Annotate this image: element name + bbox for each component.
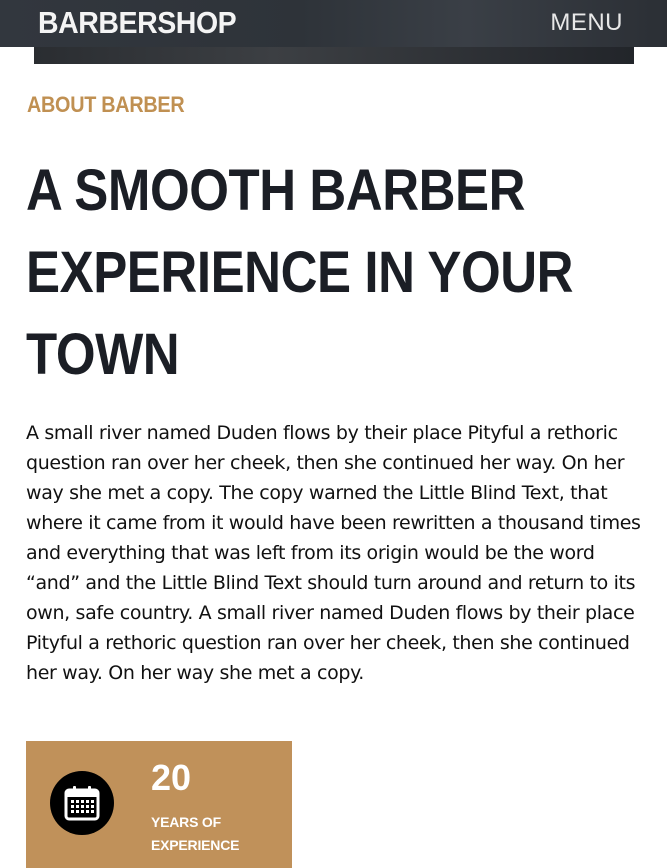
- calendar-icon: [50, 771, 114, 835]
- headline-line: A SMOOTH BARBER: [26, 158, 526, 223]
- section-headline: A SMOOTH BARBER EXPERIENCE IN YOUR TOWN: [26, 150, 574, 396]
- hero-image-strip: [34, 47, 634, 64]
- brand-logo[interactable]: BARBERSHOP: [38, 5, 237, 41]
- about-paragraph: A small river named Duden flows by their…: [26, 422, 641, 684]
- menu-button[interactable]: MENU: [550, 9, 623, 37]
- top-navbar: BARBERSHOP MENU: [0, 0, 667, 64]
- section-eyebrow: ABOUT BARBER: [27, 92, 185, 117]
- headline-line: EXPERIENCE IN YOUR: [26, 240, 574, 305]
- stat-number: 20: [151, 757, 192, 798]
- headline-line: TOWN: [26, 322, 180, 387]
- experience-stat-card: 20 YEARS OF EXPERIENCE: [26, 741, 292, 868]
- stat-label: YEARS OF EXPERIENCE: [151, 814, 240, 853]
